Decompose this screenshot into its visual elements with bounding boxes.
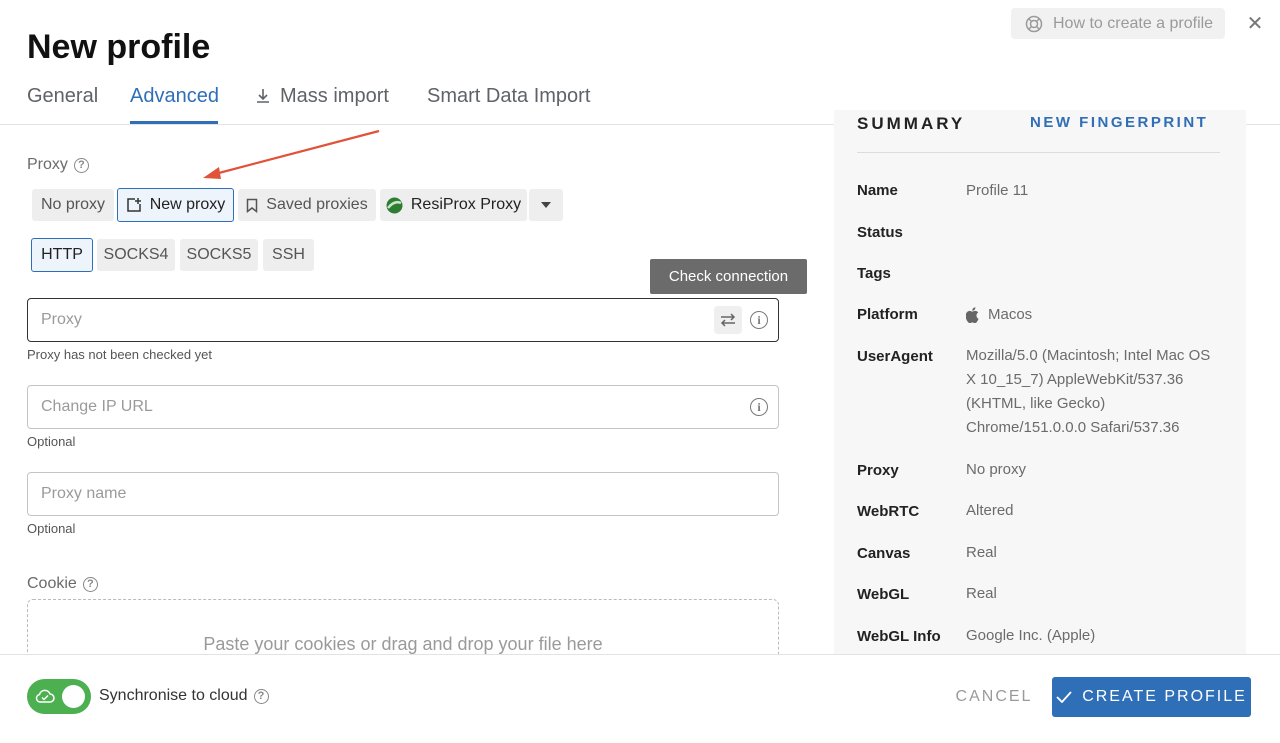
tab-label: Smart Data Import <box>427 85 591 107</box>
chip-label: SOCKS4 <box>103 246 169 263</box>
check-connection-tooltip: Check connection <box>650 259 807 294</box>
proxy-section-label: Proxy ? <box>27 156 89 174</box>
download-icon <box>254 87 272 105</box>
create-profile-label: CREATE PROFILE <box>1082 688 1247 705</box>
proxy-source-dropdown[interactable] <box>529 189 563 221</box>
summary-value-name: Profile 11 <box>966 182 1029 199</box>
summary-key-proxy: Proxy <box>857 462 899 479</box>
swap-arrows-icon[interactable] <box>714 306 742 334</box>
summary-key-webgl: WebGL <box>857 586 910 603</box>
summary-key-name: Name <box>857 182 898 199</box>
help-circle-icon[interactable]: ? <box>253 688 269 704</box>
summary-key-canvas: Canvas <box>857 545 911 562</box>
summary-value-canvas: Real <box>966 544 997 561</box>
summary-title: SUMMARY <box>857 114 966 133</box>
proxy-name-input[interactable]: Proxy name <box>27 472 779 516</box>
chip-label: New proxy <box>149 196 226 213</box>
lifebuoy-icon <box>1025 15 1043 33</box>
proxy-source-resiprox[interactable]: ResiProx Proxy <box>380 189 527 221</box>
sync-label: Synchronise to cloud ? <box>99 687 269 705</box>
change-ip-helper-text: Optional <box>27 434 76 449</box>
proxy-source-no-proxy[interactable]: No proxy <box>32 189 114 221</box>
proxy-input-placeholder: Proxy <box>41 311 82 328</box>
change-ip-placeholder: Change IP URL <box>41 398 153 415</box>
chip-label: No proxy <box>40 196 106 213</box>
proxy-source-saved-proxies[interactable]: Saved proxies <box>238 189 376 221</box>
proxy-type-ssh[interactable]: SSH <box>263 239 314 271</box>
help-circle-icon[interactable]: ? <box>73 157 89 173</box>
proxy-label: Proxy <box>27 156 68 173</box>
apple-icon <box>966 307 980 323</box>
tab-advanced[interactable]: Advanced <box>130 84 219 108</box>
proxy-source-new-proxy[interactable]: New proxy <box>117 188 234 222</box>
proxy-name-helper-text: Optional <box>27 521 76 536</box>
cancel-button[interactable]: CANCEL <box>948 677 1040 717</box>
summary-value-platform: Macos <box>966 303 1224 327</box>
sync-label-text: Synchronise to cloud <box>99 687 248 704</box>
summary-value-useragent: Mozilla/5.0 (Macintosh; Intel Mac OS X 1… <box>966 347 1211 436</box>
summary-value-proxy: No proxy <box>966 461 1027 478</box>
summary-value-webgl: Real <box>966 585 997 602</box>
tab-smart-data-import[interactable]: Smart Data Import <box>427 84 590 108</box>
chip-label: SOCKS5 <box>186 246 252 263</box>
chip-label: SSH <box>272 246 305 263</box>
new-fingerprint-button[interactable]: NEW FINGERPRINT <box>1030 114 1208 131</box>
change-ip-url-input[interactable]: Change IP URL <box>27 385 779 429</box>
summary-key-useragent: UserAgent <box>857 348 933 365</box>
proxy-type-http[interactable]: HTTP <box>31 238 93 272</box>
info-icon[interactable]: i <box>750 311 768 329</box>
summary-key-status: Status <box>857 224 903 241</box>
caret-down-icon <box>541 202 551 208</box>
help-link-button[interactable]: How to create a profile <box>1011 8 1225 39</box>
summary-value-webgl-info: Google Inc. (Apple) <box>966 627 1096 644</box>
page-title: New profile <box>27 28 211 66</box>
tab-label: Mass import <box>280 85 389 107</box>
summary-key-webgl-info: WebGL Info <box>857 628 941 645</box>
platform-label: Macos <box>988 306 1033 323</box>
bookmark-icon <box>246 198 258 213</box>
help-link-label: How to create a profile <box>1053 14 1214 32</box>
chip-label: Saved proxies <box>266 196 368 213</box>
proxy-type-socks4[interactable]: SOCKS4 <box>97 239 175 271</box>
help-circle-icon[interactable]: ? <box>82 576 98 592</box>
add-box-icon <box>126 197 142 213</box>
tab-label: General <box>27 85 99 107</box>
tab-general[interactable]: General <box>27 84 98 108</box>
create-profile-button[interactable]: CREATE PROFILE <box>1052 677 1251 717</box>
summary-divider <box>857 152 1220 153</box>
cookie-section-label: Cookie ? <box>27 575 98 593</box>
tab-label: Advanced <box>130 85 219 107</box>
proxy-type-socks5[interactable]: SOCKS5 <box>180 239 258 271</box>
proxy-input[interactable]: Proxy <box>27 298 779 342</box>
close-icon[interactable]: ✕ <box>1244 13 1266 35</box>
summary-key-platform: Platform <box>857 306 918 323</box>
cookie-label: Cookie <box>27 575 77 592</box>
tab-mass-import[interactable]: Mass import <box>254 84 389 108</box>
summary-key-tags: Tags <box>857 265 891 282</box>
summary-key-webrtc: WebRTC <box>857 503 920 520</box>
info-icon[interactable]: i <box>750 398 768 416</box>
toggle-knob <box>62 685 85 708</box>
proxy-name-placeholder: Proxy name <box>41 485 127 502</box>
proxy-helper-text: Proxy has not been checked yet <box>27 347 213 362</box>
chip-label: ResiProx Proxy <box>410 196 522 213</box>
cloud-check-icon <box>35 688 55 704</box>
resiprox-logo-icon <box>386 197 403 214</box>
summary-value-webrtc: Altered <box>966 502 1014 519</box>
checkmark-icon <box>1056 691 1072 703</box>
cancel-label: CANCEL <box>955 688 1033 705</box>
annotation-arrow-icon <box>203 129 380 179</box>
chip-label: HTTP <box>41 246 83 263</box>
